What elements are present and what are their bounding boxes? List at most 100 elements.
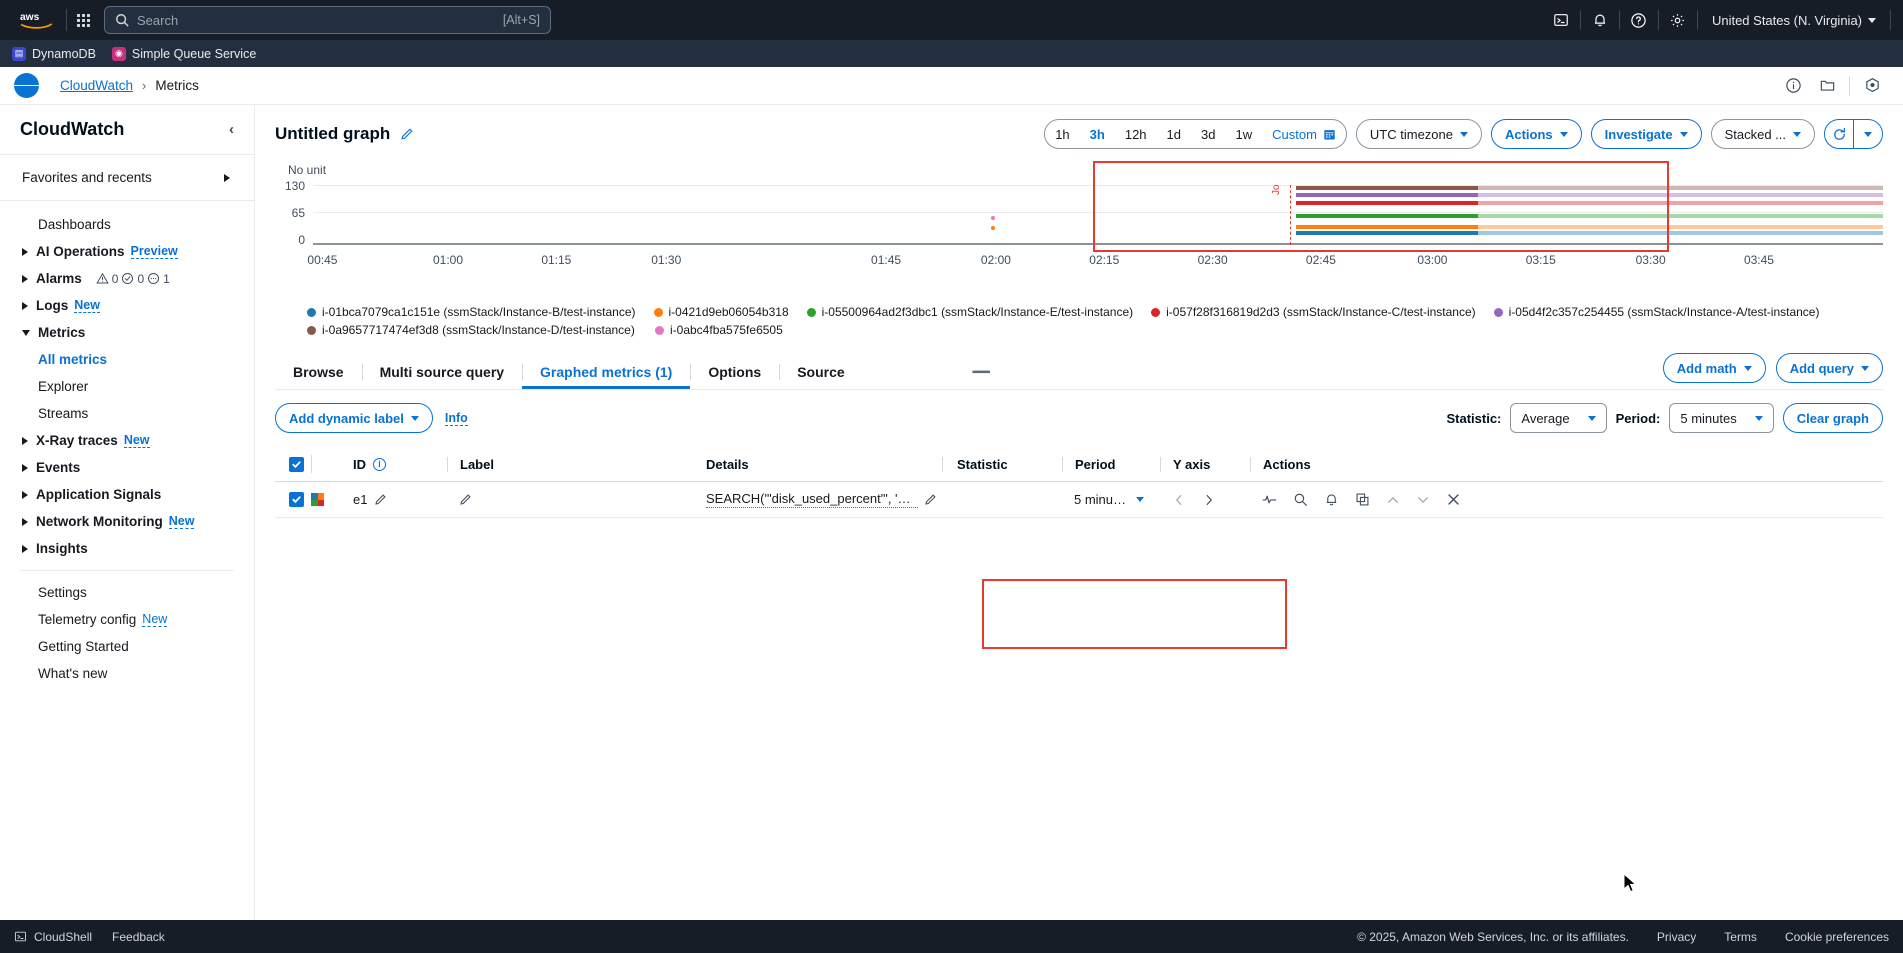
timezone-selector[interactable]: UTC timezone [1356, 119, 1482, 149]
legend-item[interactable]: i-05d4f2c357c254455 (ssmStack/Instance-A… [1494, 305, 1820, 319]
add-query-button[interactable]: Add query [1776, 353, 1883, 383]
sidebar-item-streams[interactable]: Streams [0, 400, 254, 427]
move-down-icon[interactable] [1416, 493, 1430, 507]
info-icon[interactable] [1776, 71, 1810, 101]
footer-cookie-preferences-link[interactable]: Cookie preferences [1785, 930, 1889, 944]
time-range-1d[interactable]: 1d [1157, 119, 1191, 149]
new-badge[interactable]: New [74, 298, 100, 313]
edit-id-pencil-icon[interactable] [374, 493, 387, 506]
menu-toggle-button[interactable] [14, 73, 39, 98]
sidebar-item-insights[interactable]: Insights [0, 535, 254, 562]
footer-cloudshell[interactable]: CloudShell [14, 930, 92, 944]
row-period-cell[interactable]: 5 minu… [1062, 492, 1160, 507]
favorite-item-dynamodb[interactable]: ▤ DynamoDB [12, 47, 96, 61]
settings-icon[interactable] [1659, 0, 1697, 40]
collapse-sidebar-icon[interactable]: ‹ [229, 121, 234, 138]
row-details-value[interactable]: SEARCH('"disk_used_percent"', 'Averag… [706, 491, 918, 508]
info-icon[interactable]: i [373, 458, 386, 471]
new-badge[interactable]: New [142, 612, 167, 627]
actions-button[interactable]: Actions [1491, 119, 1582, 149]
refresh-options-icon[interactable] [1854, 120, 1882, 148]
yaxis-left-icon[interactable] [1172, 493, 1186, 507]
edit-label-pencil-icon[interactable] [459, 493, 472, 506]
preview-badge[interactable]: Preview [131, 244, 178, 259]
tab-graphed-metrics[interactable]: Graphed metrics (1) [522, 355, 690, 389]
help-icon[interactable] [1620, 0, 1658, 40]
time-range-1w[interactable]: 1w [1225, 119, 1262, 149]
edit-details-pencil-icon[interactable] [924, 493, 937, 506]
services-grid-icon[interactable] [77, 14, 90, 27]
time-range-custom[interactable]: Custom [1262, 119, 1346, 149]
select-all-checkbox[interactable] [289, 457, 304, 472]
sidebar-item-alarms[interactable]: Alarms 0 0 1 [0, 265, 254, 292]
legend-item[interactable]: i-057f28f316819d2d3 (ssmStack/Instance-C… [1151, 305, 1476, 319]
global-search-input[interactable]: Search [Alt+S] [104, 6, 551, 34]
tab-browse[interactable]: Browse [275, 355, 362, 389]
investigate-button[interactable]: Investigate [1591, 119, 1702, 149]
time-range-12h[interactable]: 12h [1115, 119, 1157, 149]
edit-title-icon[interactable] [400, 127, 414, 141]
sidebar-item-explorer[interactable]: Explorer [0, 373, 254, 400]
footer-terms-link[interactable]: Terms [1724, 930, 1757, 944]
chart-type-selector[interactable]: Stacked ... [1711, 119, 1815, 149]
duplicate-icon[interactable] [1355, 492, 1370, 507]
table-row[interactable]: e1 SEARCH('"disk_used_percent"', 'Averag… [275, 482, 1883, 518]
sidebar-item-metrics[interactable]: Metrics [0, 319, 254, 346]
sidebar-favorites-and-recents[interactable]: Favorites and recents [0, 155, 254, 201]
time-range-1h[interactable]: 1h [1045, 119, 1079, 149]
legend-item[interactable]: i-01bca7079ca1c151e (ssmStack/Instance-B… [307, 305, 636, 319]
statistic-select[interactable]: Average [1510, 403, 1606, 433]
new-badge[interactable]: New [124, 433, 150, 448]
period-value: 5 minutes [1680, 411, 1736, 426]
move-up-icon[interactable] [1386, 493, 1400, 507]
sidebar-item-getting-started[interactable]: Getting Started [0, 633, 254, 660]
row-color-cell[interactable] [311, 493, 347, 506]
legend-item[interactable]: i-0abc4fba575fe6505 [655, 323, 783, 337]
legend-item[interactable]: i-05500964ad2f3dbc1 (ssmStack/Instance-E… [807, 305, 1134, 319]
refresh-icon[interactable] [1825, 120, 1853, 148]
sidebar-item-all-metrics[interactable]: All metrics [0, 346, 254, 373]
search-icon[interactable] [1293, 492, 1308, 507]
period-select[interactable]: 5 minutes [1669, 403, 1773, 433]
sidebar-item-telemetry-config[interactable]: Telemetry config New [0, 606, 254, 633]
chart-plot-area[interactable]: Jo [313, 185, 1883, 245]
time-range-3h[interactable]: 3h [1080, 119, 1115, 149]
add-math-button[interactable]: Add math [1663, 353, 1766, 383]
settings-hex-icon[interactable] [1855, 71, 1889, 101]
sidebar-item-events[interactable]: Events [0, 454, 254, 481]
favorite-item-sqs[interactable]: ◉ Simple Queue Service [112, 47, 256, 61]
yaxis-right-icon[interactable] [1202, 493, 1216, 507]
tab-source[interactable]: Source [779, 355, 862, 389]
row-checkbox[interactable] [289, 492, 304, 507]
legend-item[interactable]: i-0421d9eb06054b318 [654, 305, 789, 319]
remove-metric-close-icon[interactable] [1446, 492, 1461, 507]
add-dynamic-label-button[interactable]: Add dynamic label [275, 403, 433, 433]
legend-item[interactable]: i-0a9657717474ef3d8 (ssmStack/Instance-D… [307, 323, 637, 337]
sidebar-item-ai-operations[interactable]: AI Operations Preview [0, 238, 254, 265]
breadcrumb-cloudwatch[interactable]: CloudWatch [60, 78, 133, 93]
anomaly-detection-icon[interactable] [1262, 492, 1277, 507]
time-range-3d[interactable]: 3d [1191, 119, 1225, 149]
clear-graph-button[interactable]: Clear graph [1783, 403, 1883, 433]
info-link[interactable]: Info [445, 411, 468, 426]
tab-multi-source-query[interactable]: Multi source query [362, 355, 522, 389]
sidebar-item-network-monitoring[interactable]: Network Monitoring New [0, 508, 254, 535]
sidebar-item-whats-new[interactable]: What's new [0, 660, 254, 687]
cloudshell-icon[interactable] [1542, 0, 1580, 40]
resize-handle-icon[interactable]: ━━ [973, 363, 989, 389]
new-badge[interactable]: New [169, 514, 195, 529]
footer-privacy-link[interactable]: Privacy [1657, 930, 1696, 944]
chevron-down-icon[interactable] [1136, 497, 1144, 502]
tab-options[interactable]: Options [690, 355, 779, 389]
sidebar-item-logs[interactable]: Logs New [0, 292, 254, 319]
create-alarm-bell-icon[interactable] [1324, 492, 1339, 507]
folder-icon[interactable] [1810, 71, 1844, 101]
sidebar-item-xray-traces[interactable]: X-Ray traces New [0, 427, 254, 454]
footer-feedback-link[interactable]: Feedback [112, 930, 165, 944]
sidebar-item-application-signals[interactable]: Application Signals [0, 481, 254, 508]
sidebar-item-dashboards[interactable]: Dashboards [0, 211, 254, 238]
aws-logo[interactable]: aws [18, 9, 56, 31]
region-selector[interactable]: United States (N. Virginia) [1698, 13, 1890, 28]
bell-icon[interactable] [1581, 0, 1619, 40]
sidebar-item-settings[interactable]: Settings [0, 579, 254, 606]
